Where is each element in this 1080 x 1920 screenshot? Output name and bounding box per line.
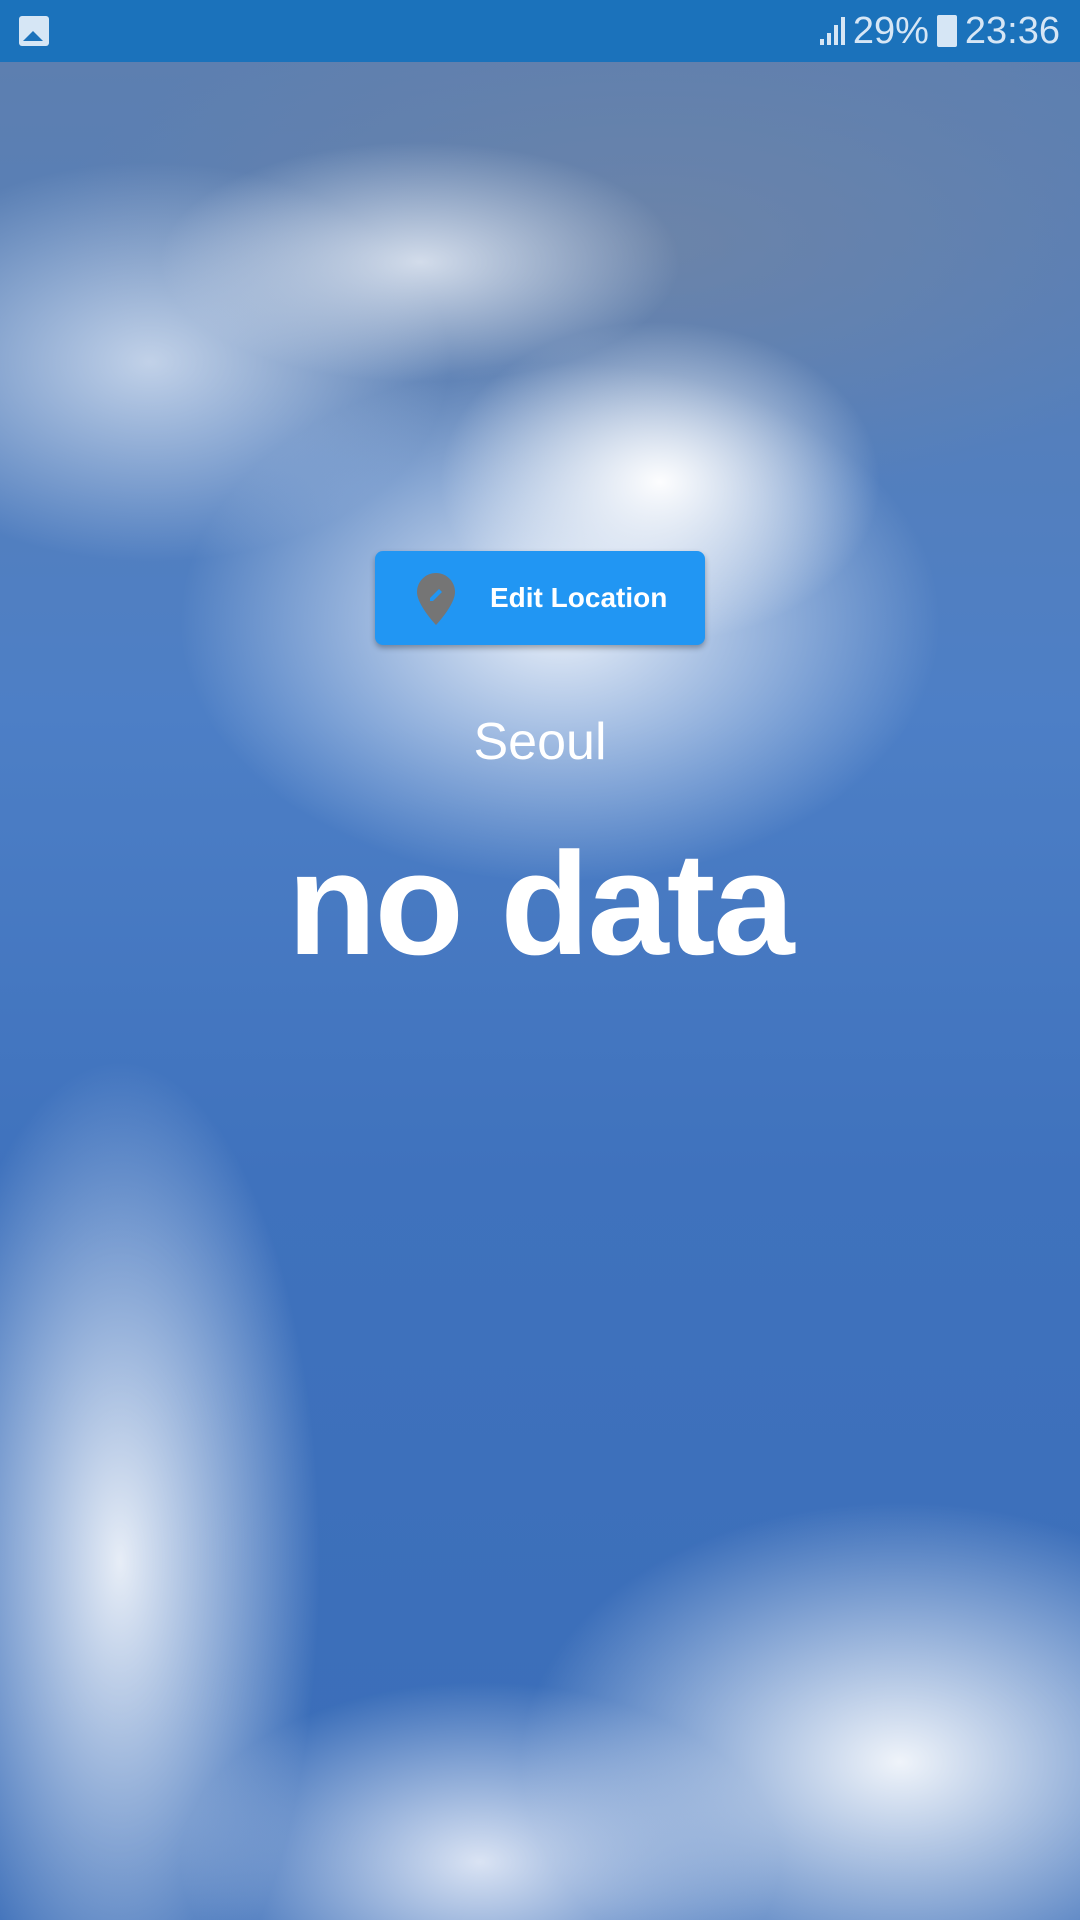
edit-location-label: Edit Location <box>490 582 668 613</box>
edit-location-icon <box>417 573 455 625</box>
clock: 23:36 <box>964 9 1060 52</box>
edit-location-button[interactable]: Edit Location <box>375 551 705 645</box>
battery-percent: 29% <box>852 9 929 52</box>
signal-icon <box>819 17 845 45</box>
city-name: Seoul <box>473 713 607 771</box>
sky-background <box>0 62 1080 1920</box>
image-icon <box>19 16 49 46</box>
weather-status-text: no data <box>287 822 794 985</box>
battery-charging-icon <box>936 15 957 47</box>
status-bar: 29% 23:36 <box>0 0 1080 62</box>
